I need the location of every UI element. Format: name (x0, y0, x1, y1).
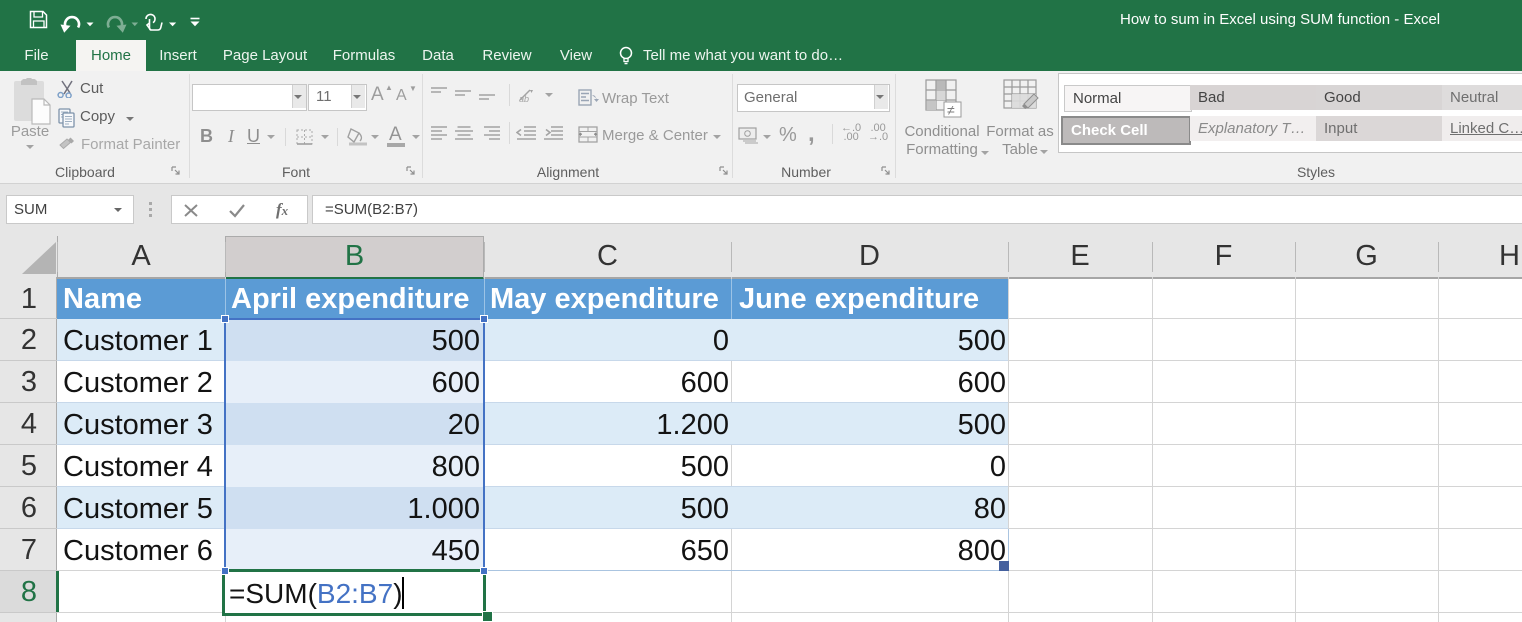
svg-text:ab: ab (519, 94, 529, 104)
svg-text:≠: ≠ (947, 102, 955, 118)
